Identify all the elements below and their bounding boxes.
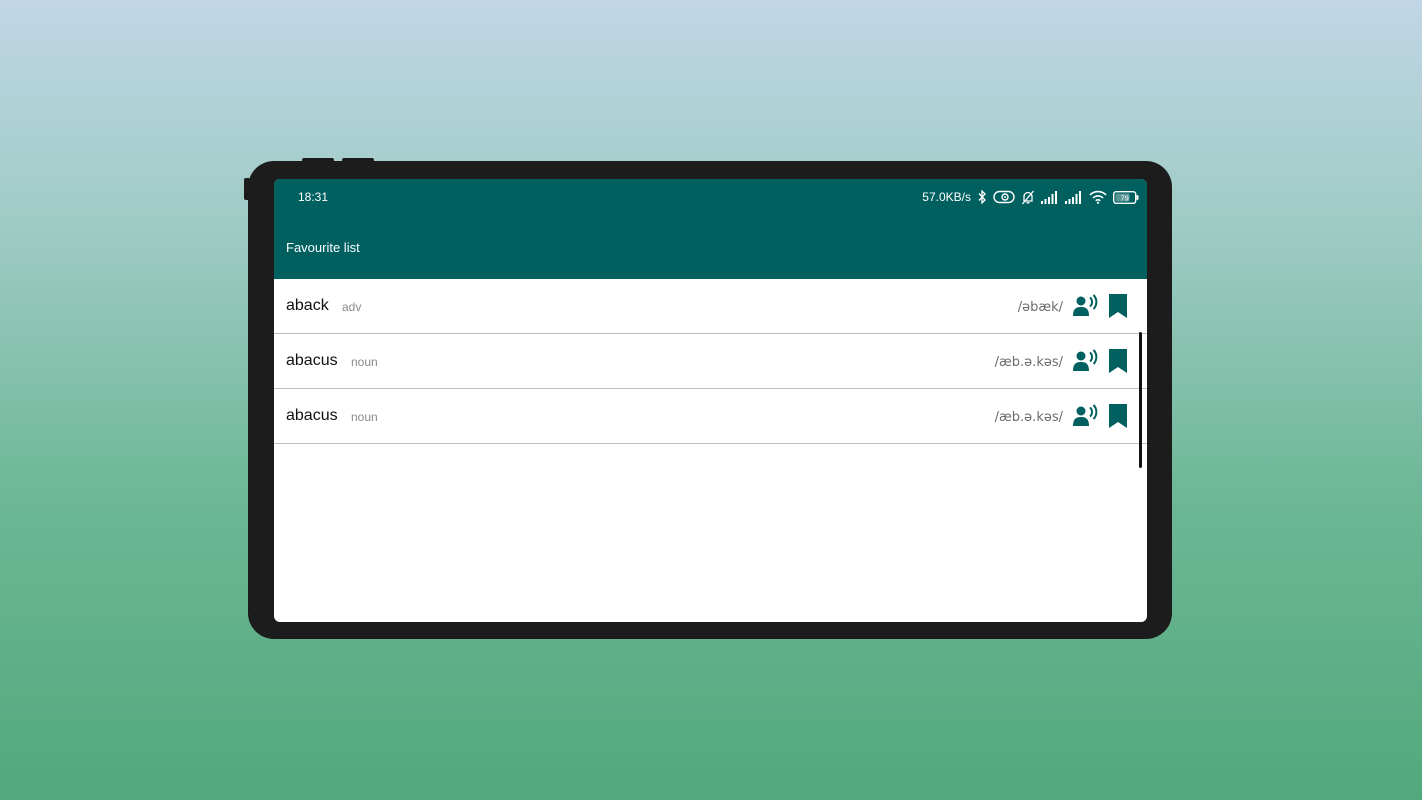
page-title: Favourite list [286,240,360,255]
speak-icon[interactable] [1073,349,1099,373]
battery-icon: 79 [1113,190,1139,204]
list-item-phonetic: /əbæk/ [1017,300,1063,315]
bluetooth-icon [977,190,987,204]
speak-icon[interactable] [1073,404,1099,428]
app-bar: 18:31 57.0KB/s 79 Favourite list [274,179,1147,279]
list-item-word: abacus [286,352,338,369]
bookmark-icon[interactable] [1109,404,1127,428]
status-time: 18:31 [298,190,329,204]
wifi-icon [1089,190,1107,204]
list-item-pos: adv [342,300,362,314]
app-screen: 18:31 57.0KB/s 79 Favourite list aback a… [274,179,1147,622]
network-speed: 57.0KB/s [922,190,971,204]
bookmark-icon[interactable] [1109,349,1127,373]
hotspot-icon [993,190,1015,204]
mute-bell-icon [1021,190,1035,205]
list-item-phonetic: /æb.ə.kəs/ [994,355,1063,370]
list-item-word: abacus [286,407,338,424]
bookmark-icon[interactable] [1109,294,1127,318]
status-icons: 57.0KB/s 79 [922,188,1139,206]
list-item-pos: noun [351,410,378,424]
scrollbar[interactable] [1139,332,1142,468]
favourite-list: aback adv /əbæk/ abacus noun /æb.ə.kəs/ … [274,279,1147,444]
battery-level: 79 [1121,193,1129,202]
list-item-pos: noun [351,355,378,369]
signal-icon [1065,190,1083,204]
list-item[interactable]: abacus noun /æb.ə.kəs/ [274,334,1147,389]
list-item[interactable]: aback adv /əbæk/ [274,279,1147,334]
list-item-word: aback [286,297,329,314]
speak-icon[interactable] [1073,294,1099,318]
list-item[interactable]: abacus noun /æb.ə.kəs/ [274,389,1147,444]
list-item-phonetic: /æb.ə.kəs/ [994,410,1063,425]
signal-icon [1041,190,1059,204]
